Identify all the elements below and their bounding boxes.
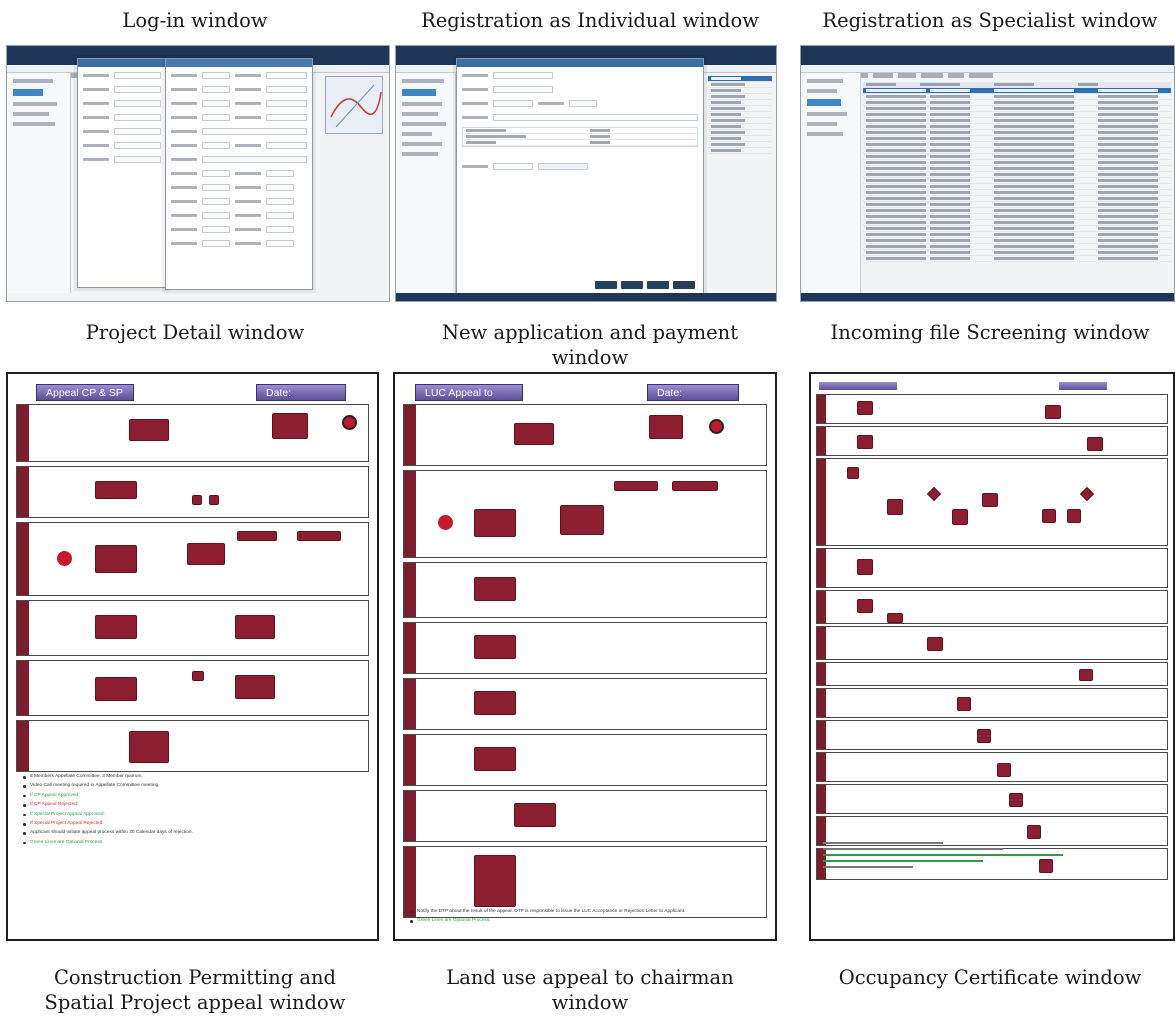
caption-land-use: Land use appeal to chairman window <box>446 966 734 1014</box>
swimlane <box>16 466 369 518</box>
swimlane <box>16 600 369 656</box>
sidebar <box>7 73 71 293</box>
diagram-notes-lines <box>823 842 1083 868</box>
caption-occupancy: Occupancy Certificate window <box>838 966 1142 989</box>
login-window-screenshot <box>6 45 390 302</box>
application-dialog <box>456 58 704 296</box>
applications-table <box>863 82 1171 262</box>
diagram-date: Date: 01.12.2020 <box>647 384 739 416</box>
swimlane <box>816 590 1168 624</box>
diagram-title: Appeal CP & SP v1.0 <box>36 384 134 416</box>
swimlane <box>403 846 767 918</box>
swimlane <box>403 562 767 618</box>
swimlane <box>16 660 369 716</box>
diagram-title: LUC Appeal to Chairman v1.0 <box>415 384 523 416</box>
swimlane <box>403 734 767 786</box>
swimlane <box>16 720 369 772</box>
diagram-notes: 6 Members Appellate Committee, 3 Member … <box>22 774 363 849</box>
swimlane <box>816 426 1168 456</box>
status-bar <box>396 293 776 301</box>
swimlane <box>403 470 767 558</box>
diagram-notes: Notify the DTP about the result of the a… <box>409 909 761 928</box>
diagram-date-bar <box>1059 382 1107 390</box>
status-bar <box>801 293 1174 301</box>
swimlane <box>816 752 1168 782</box>
swimlane <box>403 404 767 466</box>
diagram-title-bar <box>819 382 897 390</box>
swimlane <box>816 548 1168 588</box>
app-title-bar <box>801 46 1174 65</box>
swimlane <box>816 688 1168 718</box>
appeal-process-diagram: Appeal CP & SP v1.0 Date: 01.12.2020 6 M… <box>6 372 379 941</box>
file-list <box>708 76 772 286</box>
caption-new-application: New application and payment window <box>441 321 739 369</box>
swimlane <box>816 662 1168 686</box>
caption-project-detail: Project Detail window <box>85 321 305 344</box>
caption-specialist: Registration as Specialist window <box>822 9 1158 32</box>
login-form <box>77 58 167 288</box>
swimlane <box>816 720 1168 750</box>
swimlane <box>403 790 767 842</box>
individual-window-screenshot <box>395 45 777 302</box>
swimlane <box>16 404 369 462</box>
map-thumbnail <box>325 76 383 134</box>
swimlane <box>816 458 1168 546</box>
caption-screening: Incoming file Screening window <box>830 321 1150 344</box>
swimlane <box>403 678 767 730</box>
specialist-window-screenshot <box>800 45 1175 302</box>
diagram-date: Date: 01.12.2020 <box>256 384 346 416</box>
swimlane <box>816 784 1168 814</box>
caption-login: Log-in window <box>122 9 268 32</box>
project-form <box>165 58 313 290</box>
sidebar <box>396 73 456 293</box>
occupancy-certificate-diagram <box>809 372 1175 941</box>
caption-individual: Registration as Individual window <box>421 9 759 32</box>
sidebar <box>801 73 861 293</box>
swimlane <box>16 522 369 596</box>
swimlane <box>816 394 1168 424</box>
menu-bar <box>801 65 1174 78</box>
land-use-appeal-diagram: LUC Appeal to Chairman v1.0 Date: 01.12.… <box>393 372 777 941</box>
caption-appeal: Construction Permitting and Spatial Proje… <box>44 966 346 1014</box>
swimlane <box>403 622 767 674</box>
swimlane <box>816 626 1168 660</box>
